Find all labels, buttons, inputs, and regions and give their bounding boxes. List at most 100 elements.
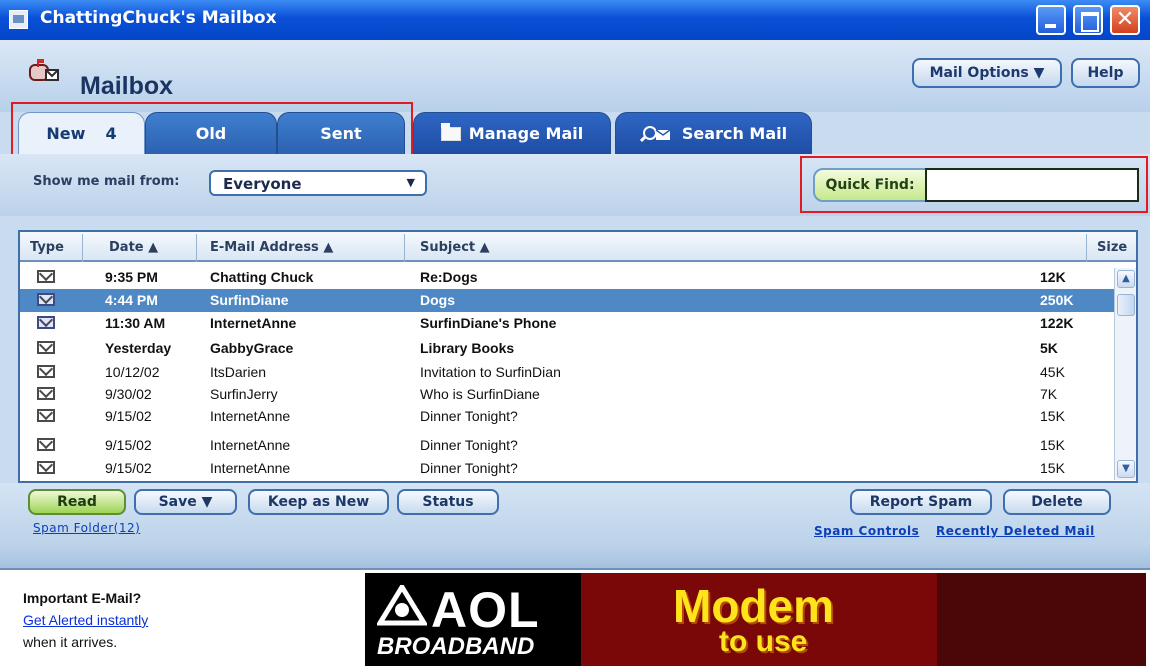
column-divider	[196, 234, 197, 262]
spam-controls-link[interactable]: Spam Controls	[814, 524, 919, 538]
column-type[interactable]: Type	[30, 240, 64, 255]
tab-search-mail-label: Search Mail	[681, 124, 788, 143]
envelope-icon	[37, 409, 55, 422]
delete-button[interactable]: Delete	[1003, 489, 1111, 515]
read-button[interactable]: Read	[28, 489, 126, 515]
column-date[interactable]: Date ▲	[109, 240, 158, 255]
mail-from-dropdown[interactable]: Everyone ▼	[209, 170, 427, 196]
reply-envelope-icon	[37, 316, 55, 329]
message-sender: SurfinDiane	[210, 292, 289, 308]
message-size: 15K	[1040, 460, 1065, 476]
envelope-icon	[37, 438, 55, 451]
window-title: ChattingChuck's Mailbox	[40, 8, 277, 28]
mail-options-button[interactable]: Mail Options ▼	[912, 58, 1062, 88]
message-date: 4:44 PM	[105, 292, 158, 308]
message-row[interactable]: 9/15/02 InternetAnne Dinner Tonight? 15K	[20, 457, 1114, 480]
message-date: 9/15/02	[105, 408, 152, 424]
report-spam-button[interactable]: Report Spam	[850, 489, 992, 515]
message-row[interactable]: Yesterday GabbyGrace Library Books 5K	[20, 337, 1114, 360]
status-button[interactable]: Status	[397, 489, 499, 515]
help-button[interactable]: Help	[1071, 58, 1140, 88]
message-sender: GabbyGrace	[210, 340, 294, 356]
message-subject: Dinner Tonight?	[420, 408, 518, 424]
mailbox-icon	[29, 59, 59, 81]
message-row-selected[interactable]: 4:44 PM SurfinDiane Dogs 250K	[20, 289, 1114, 312]
search-mail-icon	[639, 125, 671, 142]
message-date: Yesterday	[105, 340, 172, 356]
message-subject: Dinner Tonight?	[420, 460, 518, 476]
envelope-icon	[37, 341, 55, 354]
message-size: 122K	[1040, 315, 1074, 331]
column-size[interactable]: Size	[1097, 240, 1127, 255]
column-divider	[1086, 234, 1087, 262]
message-size: 7K	[1040, 386, 1058, 402]
minimize-button[interactable]	[1036, 5, 1066, 35]
mail-list-scrollbar[interactable]: ▲ ▼	[1114, 268, 1136, 480]
ad-subheadline: to use	[719, 625, 808, 658]
tab-new-label: New	[46, 124, 86, 143]
message-size: 15K	[1040, 408, 1065, 424]
ad-tagline: BROADBAND	[377, 633, 535, 660]
maximize-button[interactable]	[1073, 5, 1103, 35]
message-subject: Who is SurfinDiane	[420, 386, 540, 402]
message-row[interactable]: 10/12/02 ItsDarien Invitation to SurfinD…	[20, 361, 1114, 384]
message-sender: ItsDarien	[210, 364, 267, 380]
get-alerted-link[interactable]: Get Alerted instantly	[23, 612, 148, 628]
envelope-icon	[37, 270, 55, 283]
message-row[interactable]: 9/30/02 SurfinJerry Who is SurfinDiane 7…	[20, 383, 1114, 406]
quick-find-input[interactable]	[925, 168, 1139, 202]
tab-manage-mail[interactable]: Manage Mail	[413, 112, 611, 154]
message-date: 11:30 AM	[105, 315, 166, 331]
lower-divider-strip	[0, 543, 1150, 570]
message-row[interactable]: 9/15/02 InternetAnne Dinner Tonight? 15K	[20, 405, 1114, 428]
aol-triangle-logo-icon	[377, 585, 427, 626]
scroll-up-arrow-icon[interactable]: ▲	[1117, 270, 1135, 288]
message-size: 15K	[1040, 437, 1065, 453]
message-row[interactable]: 9:35 PM Chatting Chuck Re:Dogs 12K	[20, 266, 1114, 289]
message-sender: Chatting Chuck	[210, 269, 314, 285]
column-divider	[404, 234, 405, 262]
tab-sent[interactable]: Sent	[277, 112, 405, 154]
mail-from-value: Everyone	[223, 175, 302, 193]
mailbox-title: Mailbox	[80, 72, 174, 100]
message-subject: SurfinDiane's Phone	[420, 315, 557, 331]
tab-old[interactable]: Old	[145, 112, 277, 154]
message-sender: InternetAnne	[210, 460, 291, 476]
save-button[interactable]: Save ▼	[134, 489, 237, 515]
message-subject: Invitation to SurfinDian	[420, 364, 561, 380]
message-sender: InternetAnne	[210, 408, 291, 424]
scroll-down-arrow-icon[interactable]: ▼	[1117, 460, 1135, 478]
new-count-badge: 4	[105, 124, 117, 143]
message-row[interactable]: 9/15/02 InternetAnne Dinner Tonight? 15K	[20, 434, 1114, 457]
message-subject: Dinner Tonight?	[420, 437, 518, 453]
column-email[interactable]: E-Mail Address ▲	[210, 240, 333, 255]
message-subject: Library Books	[420, 340, 515, 356]
aol-broadband-ad[interactable]: AOL BROADBAND Modem to use	[365, 573, 1146, 666]
keep-as-new-button[interactable]: Keep as New	[248, 489, 389, 515]
scroll-thumb[interactable]	[1117, 294, 1135, 316]
tab-search-mail[interactable]: Search Mail	[615, 112, 812, 154]
chevron-down-icon: ▼	[406, 176, 415, 189]
window-titlebar: ChattingChuck's Mailbox ✕	[0, 0, 1150, 40]
tab-new[interactable]: New 4	[18, 112, 145, 154]
alert-subtitle: when it arrives.	[23, 634, 118, 650]
tab-manage-mail-label: Manage Mail	[468, 124, 584, 143]
message-date: 10/12/02	[105, 364, 160, 380]
column-subject[interactable]: Subject ▲	[420, 240, 490, 255]
ad-brand: AOL	[431, 582, 540, 638]
message-row[interactable]: 11:30 AM InternetAnne SurfinDiane's Phon…	[20, 312, 1114, 335]
close-icon: ✕	[1115, 7, 1135, 32]
aol-app-icon	[9, 10, 28, 29]
spam-folder-link[interactable]: Spam Folder(12)	[33, 521, 140, 535]
message-date: 9/30/02	[105, 386, 152, 402]
close-button[interactable]: ✕	[1110, 5, 1140, 35]
recently-deleted-mail-link[interactable]: Recently Deleted Mail	[936, 524, 1095, 538]
message-date: 9:35 PM	[105, 269, 158, 285]
reply-envelope-icon	[37, 293, 55, 306]
message-sender: SurfinJerry	[210, 386, 278, 402]
message-sender: InternetAnne	[210, 315, 297, 331]
message-date: 9/15/02	[105, 437, 152, 453]
envelope-icon	[37, 461, 55, 474]
quick-find-label: Quick Find:	[813, 168, 927, 202]
column-divider	[82, 234, 83, 262]
